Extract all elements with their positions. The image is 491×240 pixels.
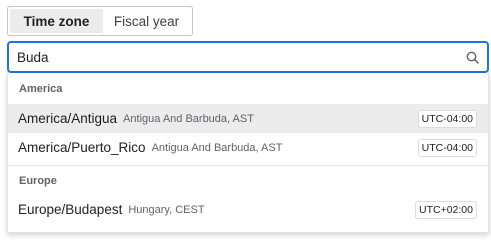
tab-fiscal-year[interactable]: Fiscal year xyxy=(103,9,190,33)
option-europe-budapest[interactable]: Europe/Budapest Hungary, CEST UTC+02:00 xyxy=(8,195,488,224)
option-name: Europe/Budapest xyxy=(18,202,123,217)
option-description: Antigua And Barbuda, AST xyxy=(151,141,283,154)
option-america-puerto-rico[interactable]: America/Puerto_Rico Antigua And Barbuda,… xyxy=(8,133,488,162)
option-description: Antigua And Barbuda, AST xyxy=(123,112,254,125)
tab-time-zone[interactable]: Time zone xyxy=(10,9,103,33)
utc-offset-badge: UTC+02:00 xyxy=(415,200,477,219)
group-header-europe: Europe xyxy=(8,165,488,195)
group-header-america: America xyxy=(19,82,63,95)
search-input[interactable] xyxy=(17,43,465,71)
search-icon[interactable] xyxy=(465,50,479,64)
option-name: America/Puerto_Rico xyxy=(18,140,146,155)
search-field xyxy=(7,41,489,73)
mode-toggle: Time zone Fiscal year xyxy=(7,6,193,36)
timezone-dropdown: America America/Antigua Antigua And Barb… xyxy=(7,73,489,233)
utc-offset-badge: UTC-04:00 xyxy=(417,109,477,128)
option-description: Hungary, CEST xyxy=(128,203,205,216)
timezone-picker: Time zone Fiscal year America America/An… xyxy=(0,0,491,233)
option-america-antigua[interactable]: America/Antigua Antigua And Barbuda, AST… xyxy=(8,104,488,133)
utc-offset-badge: UTC-04:00 xyxy=(417,138,477,157)
option-name: America/Antigua xyxy=(18,111,118,126)
